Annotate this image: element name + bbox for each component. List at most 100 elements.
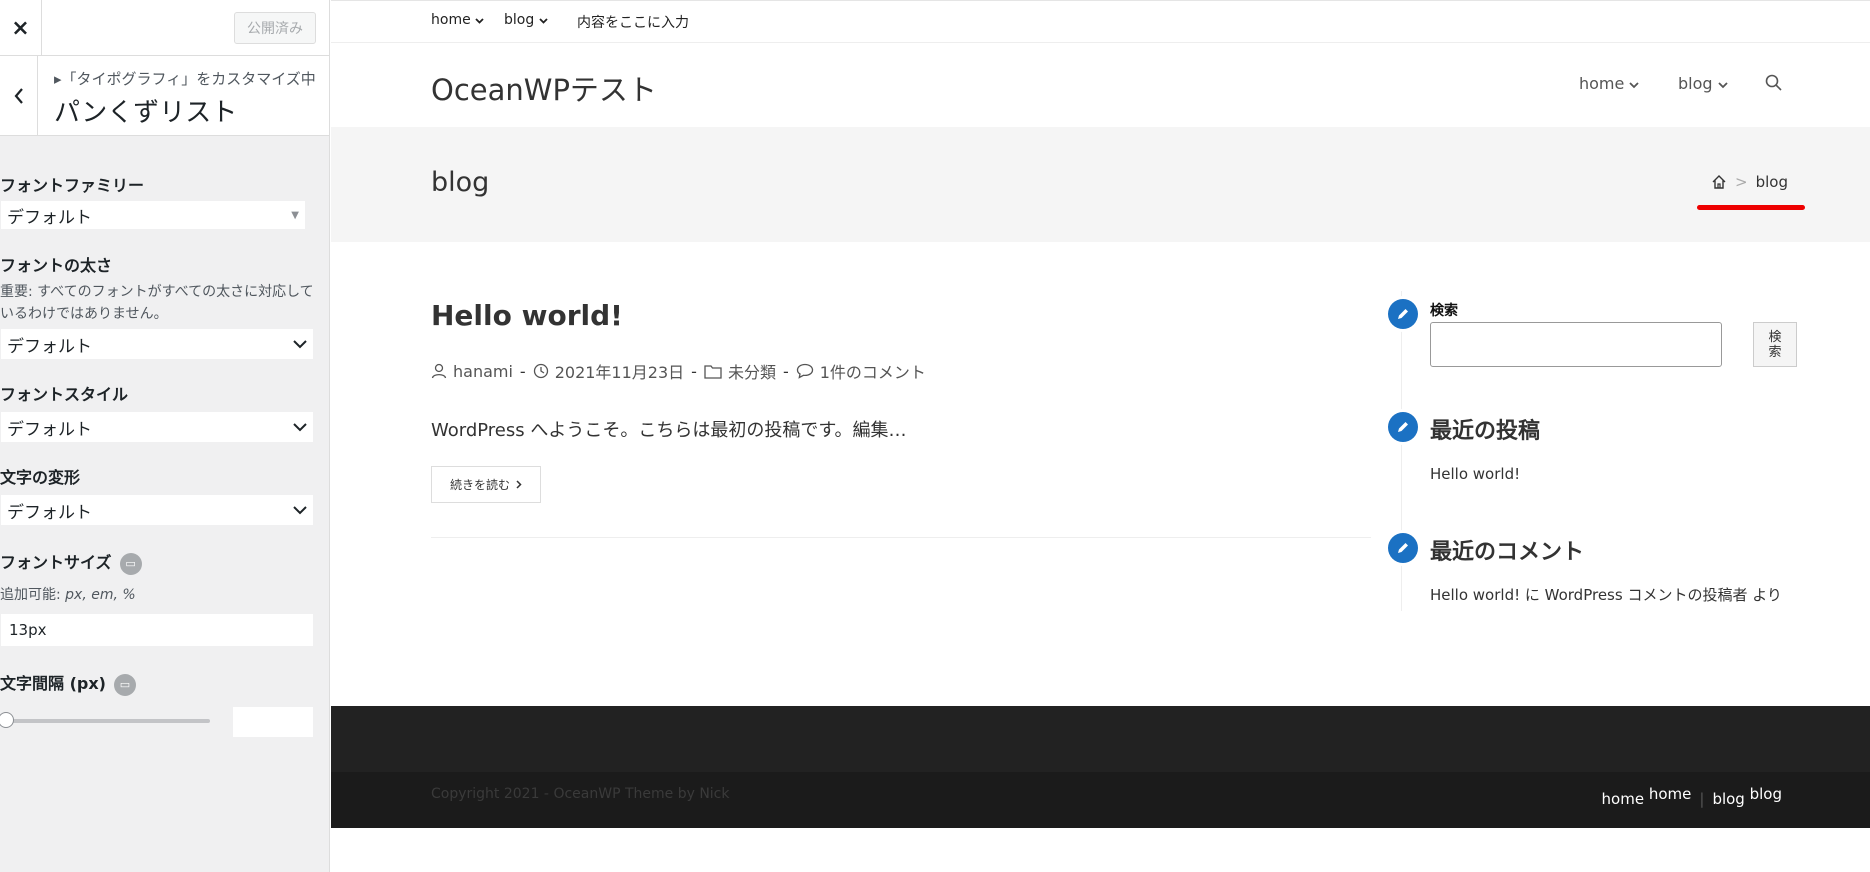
page-title: blog <box>431 167 490 198</box>
slider-handle[interactable] <box>0 712 14 728</box>
post-author[interactable]: hanami <box>453 362 513 381</box>
breadcrumb-separator: > <box>1735 173 1748 191</box>
breadcrumb-current: blog <box>1755 173 1788 191</box>
font-family-select[interactable]: デフォルト ▼ <box>0 200 306 230</box>
site-header: OceanWPテスト home blog <box>331 43 1870 127</box>
nav-blog-label: blog <box>1678 74 1713 93</box>
post-date: 2021年11月23日 <box>554 363 685 382</box>
topbar-home-link[interactable]: home <box>431 12 484 28</box>
device-icon[interactable]: ▭ <box>113 673 136 696</box>
copyright-text: Copyright 2021 - OceanWP Theme by Nick <box>431 786 730 802</box>
meta-separator: - <box>519 361 526 381</box>
topbar-blog-link[interactable]: blog <box>504 12 548 28</box>
font-size-note: 追加可能: px, em, % <box>0 584 136 606</box>
edit-shortcut-icon[interactable] <box>1388 299 1418 329</box>
publish-button[interactable]: 公開済み <box>234 12 316 44</box>
post-category[interactable]: 未分類 <box>728 359 776 383</box>
site-preview: home blog 内容をここに入力 OceanWPテスト home blog … <box>331 0 1870 872</box>
read-more-label: 続きを読む <box>450 478 511 492</box>
footer-widgets <box>331 706 1870 772</box>
font-family-value: デフォルト <box>7 207 92 228</box>
search-input[interactable] <box>1430 322 1722 367</box>
page-header: blog > blog <box>331 127 1870 242</box>
search-icon[interactable] <box>1764 73 1784 93</box>
edit-shortcut-icon[interactable] <box>1388 533 1418 563</box>
clock-icon <box>533 363 548 379</box>
post-title[interactable]: Hello world! <box>431 299 623 332</box>
topbar-blog-label: blog <box>504 12 535 28</box>
chevron-down-icon <box>293 339 307 348</box>
recent-post-link[interactable]: Hello world! <box>1430 465 1520 483</box>
home-icon[interactable] <box>1711 174 1727 190</box>
folder-icon <box>704 364 722 379</box>
section-title: パンくずリスト <box>54 98 238 128</box>
text-transform-select[interactable]: デフォルト <box>0 494 314 526</box>
font-size-note-units: px, em, % <box>65 587 136 603</box>
comment-icon <box>796 363 813 379</box>
footer-blog-label: blog <box>1712 790 1745 808</box>
font-style-select[interactable]: デフォルト <box>0 411 314 443</box>
font-size-note-prefix: 追加可能: <box>0 587 66 603</box>
nav-blog[interactable]: blog <box>1678 74 1728 93</box>
highlight-underline <box>1697 205 1805 210</box>
search-button-label: 検索 <box>1768 329 1782 360</box>
footer-nav: home home | blog blog <box>1602 785 1782 808</box>
text-transform-value: デフォルト <box>7 502 92 523</box>
read-more-button[interactable]: 続きを読む <box>431 466 542 503</box>
letter-spacing-input[interactable] <box>232 706 314 738</box>
post-excerpt: WordPress へようこそ。こちらは最初の投稿です。編集… <box>431 420 907 441</box>
breadcrumb: > blog <box>1711 173 1788 191</box>
font-weight-value: デフォルト <box>7 336 92 357</box>
sidebar: 検索 検索 最近の投稿 Hello world! 最近のコメント Hello w… <box>1388 291 1801 611</box>
device-icon[interactable]: ▭ <box>119 552 142 575</box>
letter-spacing-slider[interactable] <box>4 719 210 723</box>
close-customizer-button[interactable]: × <box>0 0 42 56</box>
chevron-down-icon <box>1629 82 1640 89</box>
back-button[interactable] <box>0 56 38 136</box>
meta-separator: - <box>691 361 697 381</box>
recent-comments-title: 最近のコメント <box>1430 540 1585 565</box>
footer-home-label-sup: home <box>1648 785 1692 803</box>
font-size-input[interactable]: 13px <box>0 613 314 647</box>
customizer-breadcrumb: ▸「タイポグラフィ」をカスタマイズ中 <box>54 70 316 88</box>
font-family-label: フォントファミリー <box>0 176 145 195</box>
footer-bottom: Copyright 2021 - OceanWP Theme by Nick h… <box>331 772 1870 828</box>
nav-home[interactable]: home <box>1579 74 1640 93</box>
search-button[interactable]: 検索 <box>1753 322 1797 367</box>
user-icon <box>431 363 447 379</box>
customizer-header: × 公開済み <box>0 0 329 56</box>
site-title[interactable]: OceanWPテスト <box>431 67 657 109</box>
nav-home-label: home <box>1579 74 1625 93</box>
font-weight-select[interactable]: デフォルト <box>0 328 314 360</box>
font-size-label: フォントサイズ <box>0 553 112 572</box>
chevron-down-icon <box>293 505 307 514</box>
font-style-value: デフォルト <box>7 419 92 440</box>
customizer-panel: × 公開済み ▸「タイポグラフィ」をカスタマイズ中 パンくずリスト フォントファ… <box>0 0 330 872</box>
topbar-custom-text[interactable]: 内容をここに入力 <box>577 12 689 32</box>
chevron-down-icon <box>475 18 484 24</box>
footer-home-link[interactable]: home home <box>1602 785 1692 808</box>
recent-posts-title: 最近の投稿 <box>1430 419 1541 444</box>
text-transform-label: 文字の変形 <box>0 468 81 487</box>
recent-comment-item[interactable]: Hello world! に WordPress コメントの投稿者 より <box>1430 584 1782 605</box>
font-weight-label: フォントの太さ <box>0 256 113 275</box>
chevron-left-icon <box>14 88 23 104</box>
post-comments-link[interactable]: 1件のコメント <box>820 359 926 383</box>
font-size-label-row: フォントサイズ ▭ <box>0 549 142 575</box>
chevron-down-icon <box>539 18 548 24</box>
font-style-label: フォントスタイル <box>0 385 129 404</box>
post-meta: hanami - 2021年11月23日 - 未分類 - 1件のコメント <box>431 359 926 383</box>
footer-nav-separator: | <box>1699 790 1705 808</box>
topbar-home-label: home <box>431 12 471 28</box>
search-widget-label: 検索 <box>1430 303 1458 319</box>
footer-home-label: home <box>1601 790 1645 808</box>
caret-down-icon: ▼ <box>291 209 299 221</box>
footer-blog-label-sup: blog <box>1749 785 1782 803</box>
edit-shortcut-icon[interactable] <box>1388 412 1418 442</box>
top-bar: home blog 内容をここに入力 <box>331 1 1870 43</box>
letter-spacing-label: 文字間隔 (px) <box>0 674 106 693</box>
post-divider <box>431 537 1371 538</box>
footer-blog-link[interactable]: blog blog <box>1712 785 1782 808</box>
meta-separator: - <box>782 361 789 381</box>
chevron-down-icon <box>293 422 307 431</box>
